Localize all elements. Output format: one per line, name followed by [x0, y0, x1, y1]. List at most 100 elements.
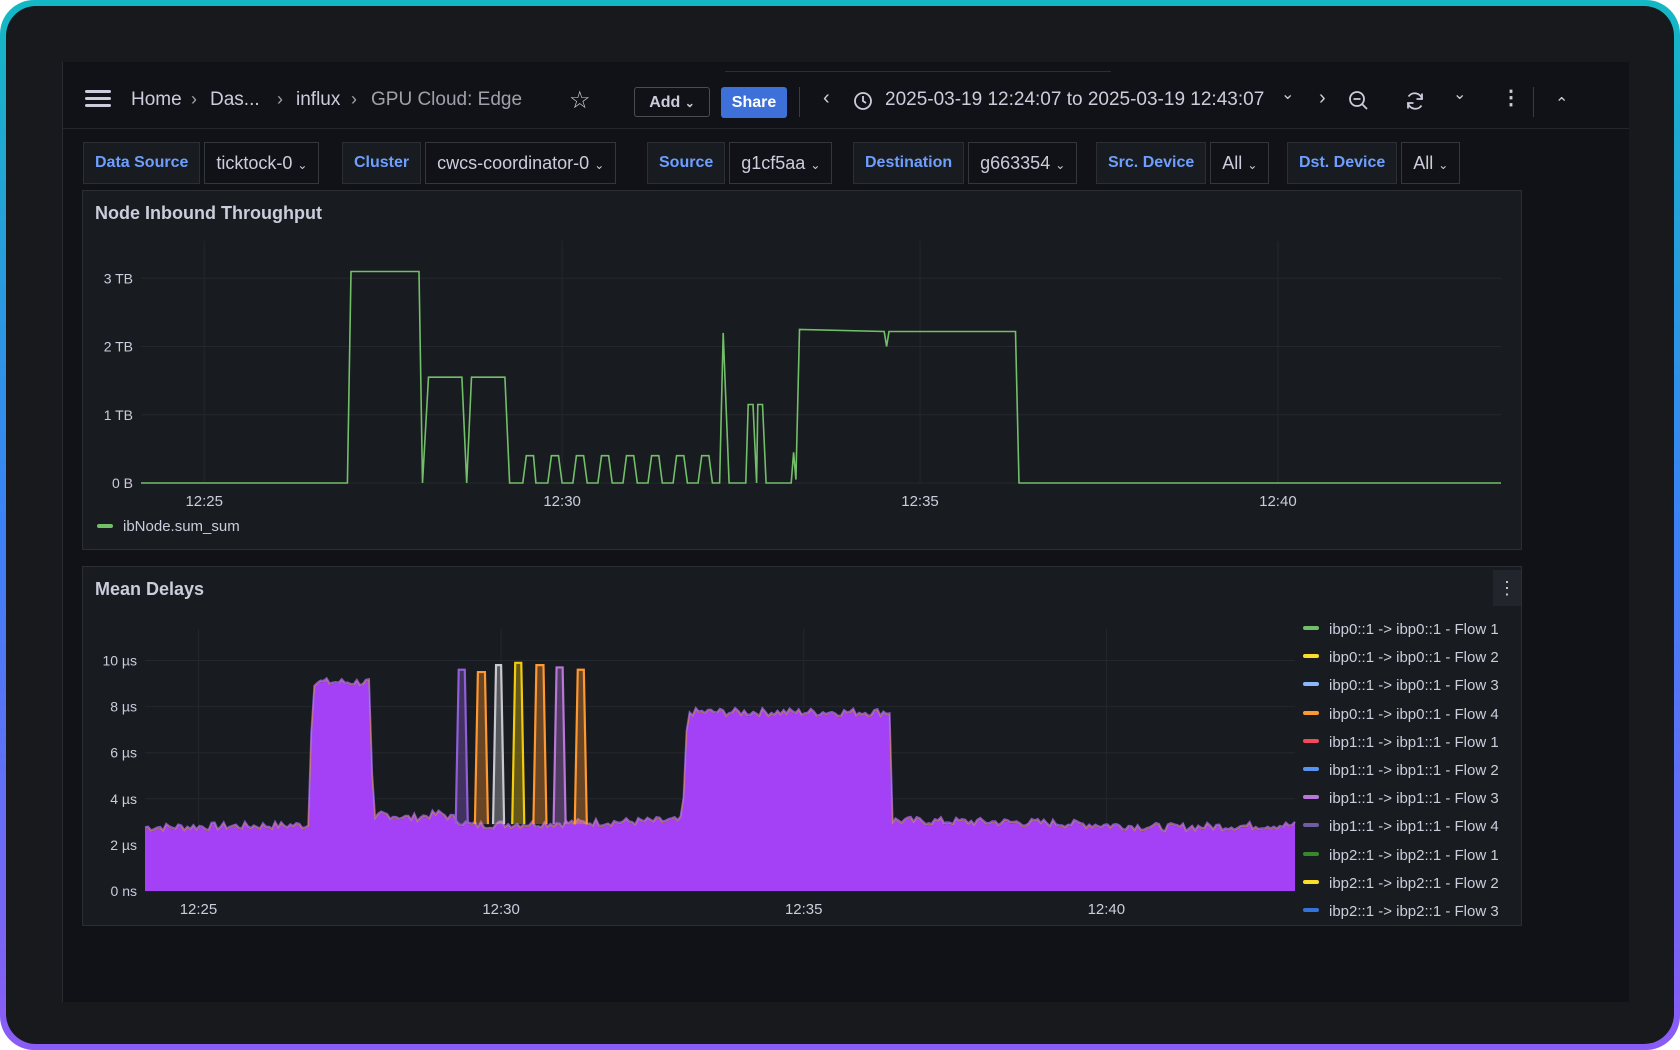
variable-select[interactable]: cwcs-coordinator-0 ⌄ [425, 142, 617, 184]
y-tick-label: 0 ns [111, 883, 137, 899]
zoom-out-icon[interactable] [1348, 90, 1370, 112]
hamburger-menu-icon[interactable] [85, 88, 113, 110]
x-tick-label: 12:35 [901, 493, 939, 510]
y-tick-label: 0 B [112, 475, 133, 491]
legend-item[interactable]: ibp0::1 -> ibp0::1 - Flow 3 [1303, 677, 1499, 694]
legend-item[interactable]: ibp1::1 -> ibp1::1 - Flow 1 [1303, 734, 1499, 751]
variable-value: g1cf5aa [741, 153, 806, 173]
legend-swatch [97, 524, 113, 528]
variable-select[interactable]: ticktock-0 ⌄ [204, 142, 320, 184]
share-button[interactable]: Share [721, 87, 787, 118]
grafana-app: Home › Das... › influx › GPU Cloud: Edge… [62, 62, 1629, 1002]
variable-source: Source g1cf5aa ⌄ [647, 142, 833, 184]
divider [799, 87, 800, 117]
variable-data-source: Data Source ticktock-0 ⌄ [83, 142, 320, 184]
x-tick-label: 12:30 [482, 901, 520, 918]
legend-label: ibp2::1 -> ibp2::1 - Flow 3 [1329, 903, 1499, 920]
chevron-down-icon: ⌄ [1055, 158, 1066, 172]
legend-swatch [1303, 823, 1319, 828]
chevron-down-icon[interactable]: ⌄ [1281, 84, 1294, 104]
chevron-down-icon: ⌄ [1247, 158, 1258, 172]
chevron-down-icon: ⌄ [297, 158, 308, 172]
legend-item[interactable]: ibp2::1 -> ibp2::1 - Flow 3 [1303, 903, 1499, 920]
legend-swatch [1303, 851, 1319, 856]
refresh-icon[interactable] [1404, 90, 1426, 112]
legend-label: ibp2::1 -> ibp2::1 - Flow 1 [1329, 846, 1499, 864]
chevron-right-icon: › [191, 89, 197, 109]
tab-notch [725, 62, 1111, 72]
delay-area [145, 679, 1295, 891]
variable-value: All [1222, 153, 1243, 173]
y-tick-label: 2 TB [104, 339, 133, 355]
legend-label: ibp0::1 -> ibp0::1 - Flow 4 [1329, 705, 1499, 723]
star-icon[interactable]: ☆ [569, 86, 591, 115]
variable-select[interactable]: All ⌄ [1401, 142, 1461, 184]
y-tick-label: 8 µs [110, 699, 137, 715]
legend-item[interactable]: ibp0::1 -> ibp0::1 - Flow 4 [1303, 706, 1499, 723]
legend-item[interactable]: ibp2::1 -> ibp2::1 - Flow 2 [1303, 875, 1499, 892]
add-button[interactable]: Add ⌄ [634, 87, 710, 117]
legend-item[interactable]: ibp1::1 -> ibp1::1 - Flow 2 [1303, 762, 1499, 779]
variable-src-device: Src. Device All ⌄ [1096, 142, 1270, 184]
legend-item[interactable]: ibp1::1 -> ibp1::1 - Flow 3 [1303, 790, 1499, 807]
variable-label: Source [647, 142, 726, 184]
legend-label: ibp1::1 -> ibp1::1 - Flow 3 [1329, 790, 1499, 808]
breadcrumb-home[interactable]: Home [131, 89, 182, 111]
legend-swatch [1303, 908, 1319, 913]
chevron-down-icon[interactable]: ⌄ [1453, 84, 1466, 104]
variable-cluster: Cluster cwcs-coordinator-0 ⌄ [342, 142, 617, 184]
x-tick-label: 12:40 [1088, 901, 1126, 918]
variable-value: All [1413, 153, 1434, 173]
breadcrumb-current-dashboard: GPU Cloud: Edge [371, 89, 523, 110]
legend-item[interactable]: ibp2::1 -> ibp2::1 - Flow 1 [1303, 847, 1499, 864]
legend-swatch [1303, 795, 1319, 800]
legend-label: ibp1::1 -> ibp1::1 - Flow 1 [1329, 733, 1499, 751]
x-tick-label: 12:25 [180, 901, 218, 918]
y-tick-label: 4 µs [110, 791, 137, 807]
legend-swatch [1303, 626, 1319, 631]
variable-select[interactable]: g1cf5aa ⌄ [729, 142, 833, 184]
legend-swatch [1303, 767, 1319, 772]
clock-icon[interactable] [853, 91, 873, 111]
x-tick-label: 12:35 [785, 901, 823, 918]
screen: Home › Das... › influx › GPU Cloud: Edge… [6, 6, 1674, 1044]
variable-label: Data Source [83, 142, 201, 184]
time-forward-icon[interactable]: › [1319, 87, 1326, 110]
y-tick-label: 3 TB [104, 270, 133, 286]
time-range-picker[interactable]: 2025-03-19 12:24:07 to 2025-03-19 12:43:… [885, 89, 1264, 111]
legend-swatch [1303, 654, 1319, 659]
series-line [141, 270, 1501, 484]
chevron-down-icon: ⌄ [810, 158, 821, 172]
time-back-icon[interactable]: ‹ [823, 87, 830, 110]
device-frame: Home › Das... › influx › GPU Cloud: Edge… [0, 0, 1680, 1050]
divider [1533, 87, 1534, 117]
legend-item[interactable]: ibp1::1 -> ibp1::1 - Flow 4 [1303, 818, 1499, 835]
y-tick-label: 1 TB [104, 407, 133, 423]
legend-label: ibp1::1 -> ibp1::1 - Flow 2 [1329, 762, 1499, 779]
chevron-down-icon: ⌄ [594, 158, 605, 172]
y-tick-label: 6 µs [110, 745, 137, 761]
variable-select[interactable]: All ⌄ [1210, 142, 1270, 184]
legend-item[interactable]: ibp0::1 -> ibp0::1 - Flow 2 [1303, 649, 1499, 666]
x-tick-label: 12:25 [185, 493, 223, 510]
chevron-right-icon: › [277, 89, 283, 109]
panel-node-inbound-throughput: Node Inbound Throughput 0 B1 TB 2 TB 3 TB 1… [82, 190, 1522, 550]
y-tick-label: 2 µs [110, 837, 137, 853]
breadcrumb-folder[interactable]: influx [296, 89, 340, 111]
breadcrumb-dashboards[interactable]: Das... [210, 89, 260, 111]
variable-label: Src. Device [1096, 142, 1207, 184]
x-tick-label: 12:30 [543, 493, 581, 510]
variable-dst-device: Dst. Device All ⌄ [1287, 142, 1461, 184]
legend-swatch [1303, 710, 1319, 715]
variable-label: Dst. Device [1287, 142, 1398, 184]
variable-select[interactable]: g663354 ⌄ [968, 142, 1078, 184]
chevron-up-icon[interactable]: ⌄ [1555, 92, 1568, 112]
legend-swatch [1303, 879, 1319, 884]
variable-value: g663354 [980, 153, 1051, 173]
chevron-down-icon: ⌄ [684, 96, 695, 110]
variable-label: Cluster [342, 142, 422, 184]
kebab-menu-icon[interactable]: ⋮ [1501, 85, 1521, 110]
variable-destination: Destination g663354 ⌄ [853, 142, 1078, 184]
y-tick-label: 10 µs [102, 653, 137, 669]
legend-item[interactable]: ibp0::1 -> ibp0::1 - Flow 1 [1303, 621, 1499, 638]
